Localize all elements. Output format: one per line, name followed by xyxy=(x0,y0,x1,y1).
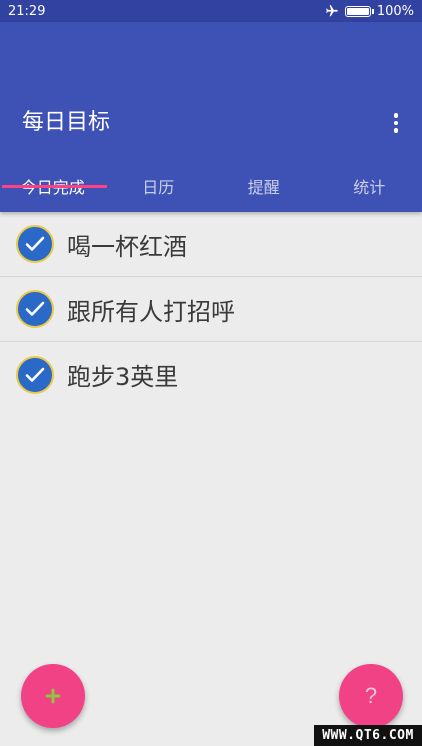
plus-icon xyxy=(45,688,61,704)
help-button[interactable]: ? xyxy=(339,664,403,728)
status-time: 21:29 xyxy=(8,3,46,19)
page-title: 每日目标 xyxy=(22,110,111,135)
checkmark-icon[interactable] xyxy=(16,290,54,328)
tab-reminders[interactable]: 提醒 xyxy=(211,162,317,210)
checkmark-icon[interactable] xyxy=(16,225,54,263)
watermark: WWW.QT6.COM xyxy=(314,725,422,746)
task-list: 喝一杯红酒 跟所有人打招呼 跑步3英里 xyxy=(0,212,422,407)
battery-percent: 100% xyxy=(376,3,414,19)
status-bar: 21:29 100% xyxy=(0,0,422,22)
airplane-icon xyxy=(325,5,338,17)
tab-calendar[interactable]: 日历 xyxy=(106,162,212,210)
list-item[interactable]: 喝一杯红酒 xyxy=(0,212,422,277)
status-icons: 100% xyxy=(325,4,414,19)
question-icon: ? xyxy=(364,683,378,708)
list-item[interactable]: 跑步3英里 xyxy=(0,342,422,407)
tab-statistics[interactable]: 统计 xyxy=(317,162,422,210)
add-goal-button[interactable] xyxy=(21,664,85,728)
task-label: 喝一杯红酒 xyxy=(67,232,187,261)
checkmark-icon[interactable] xyxy=(16,355,54,394)
battery-icon xyxy=(344,5,374,17)
more-vert-icon[interactable] xyxy=(384,110,408,136)
app-bar: 每日目标 今日完成 日历 提醒 统计 xyxy=(0,22,422,212)
list-item[interactable]: 跟所有人打招呼 xyxy=(0,277,422,342)
task-label: 跟所有人打招呼 xyxy=(67,297,235,326)
active-tab-indicator xyxy=(2,185,107,188)
task-label: 跑步3英里 xyxy=(67,363,179,391)
